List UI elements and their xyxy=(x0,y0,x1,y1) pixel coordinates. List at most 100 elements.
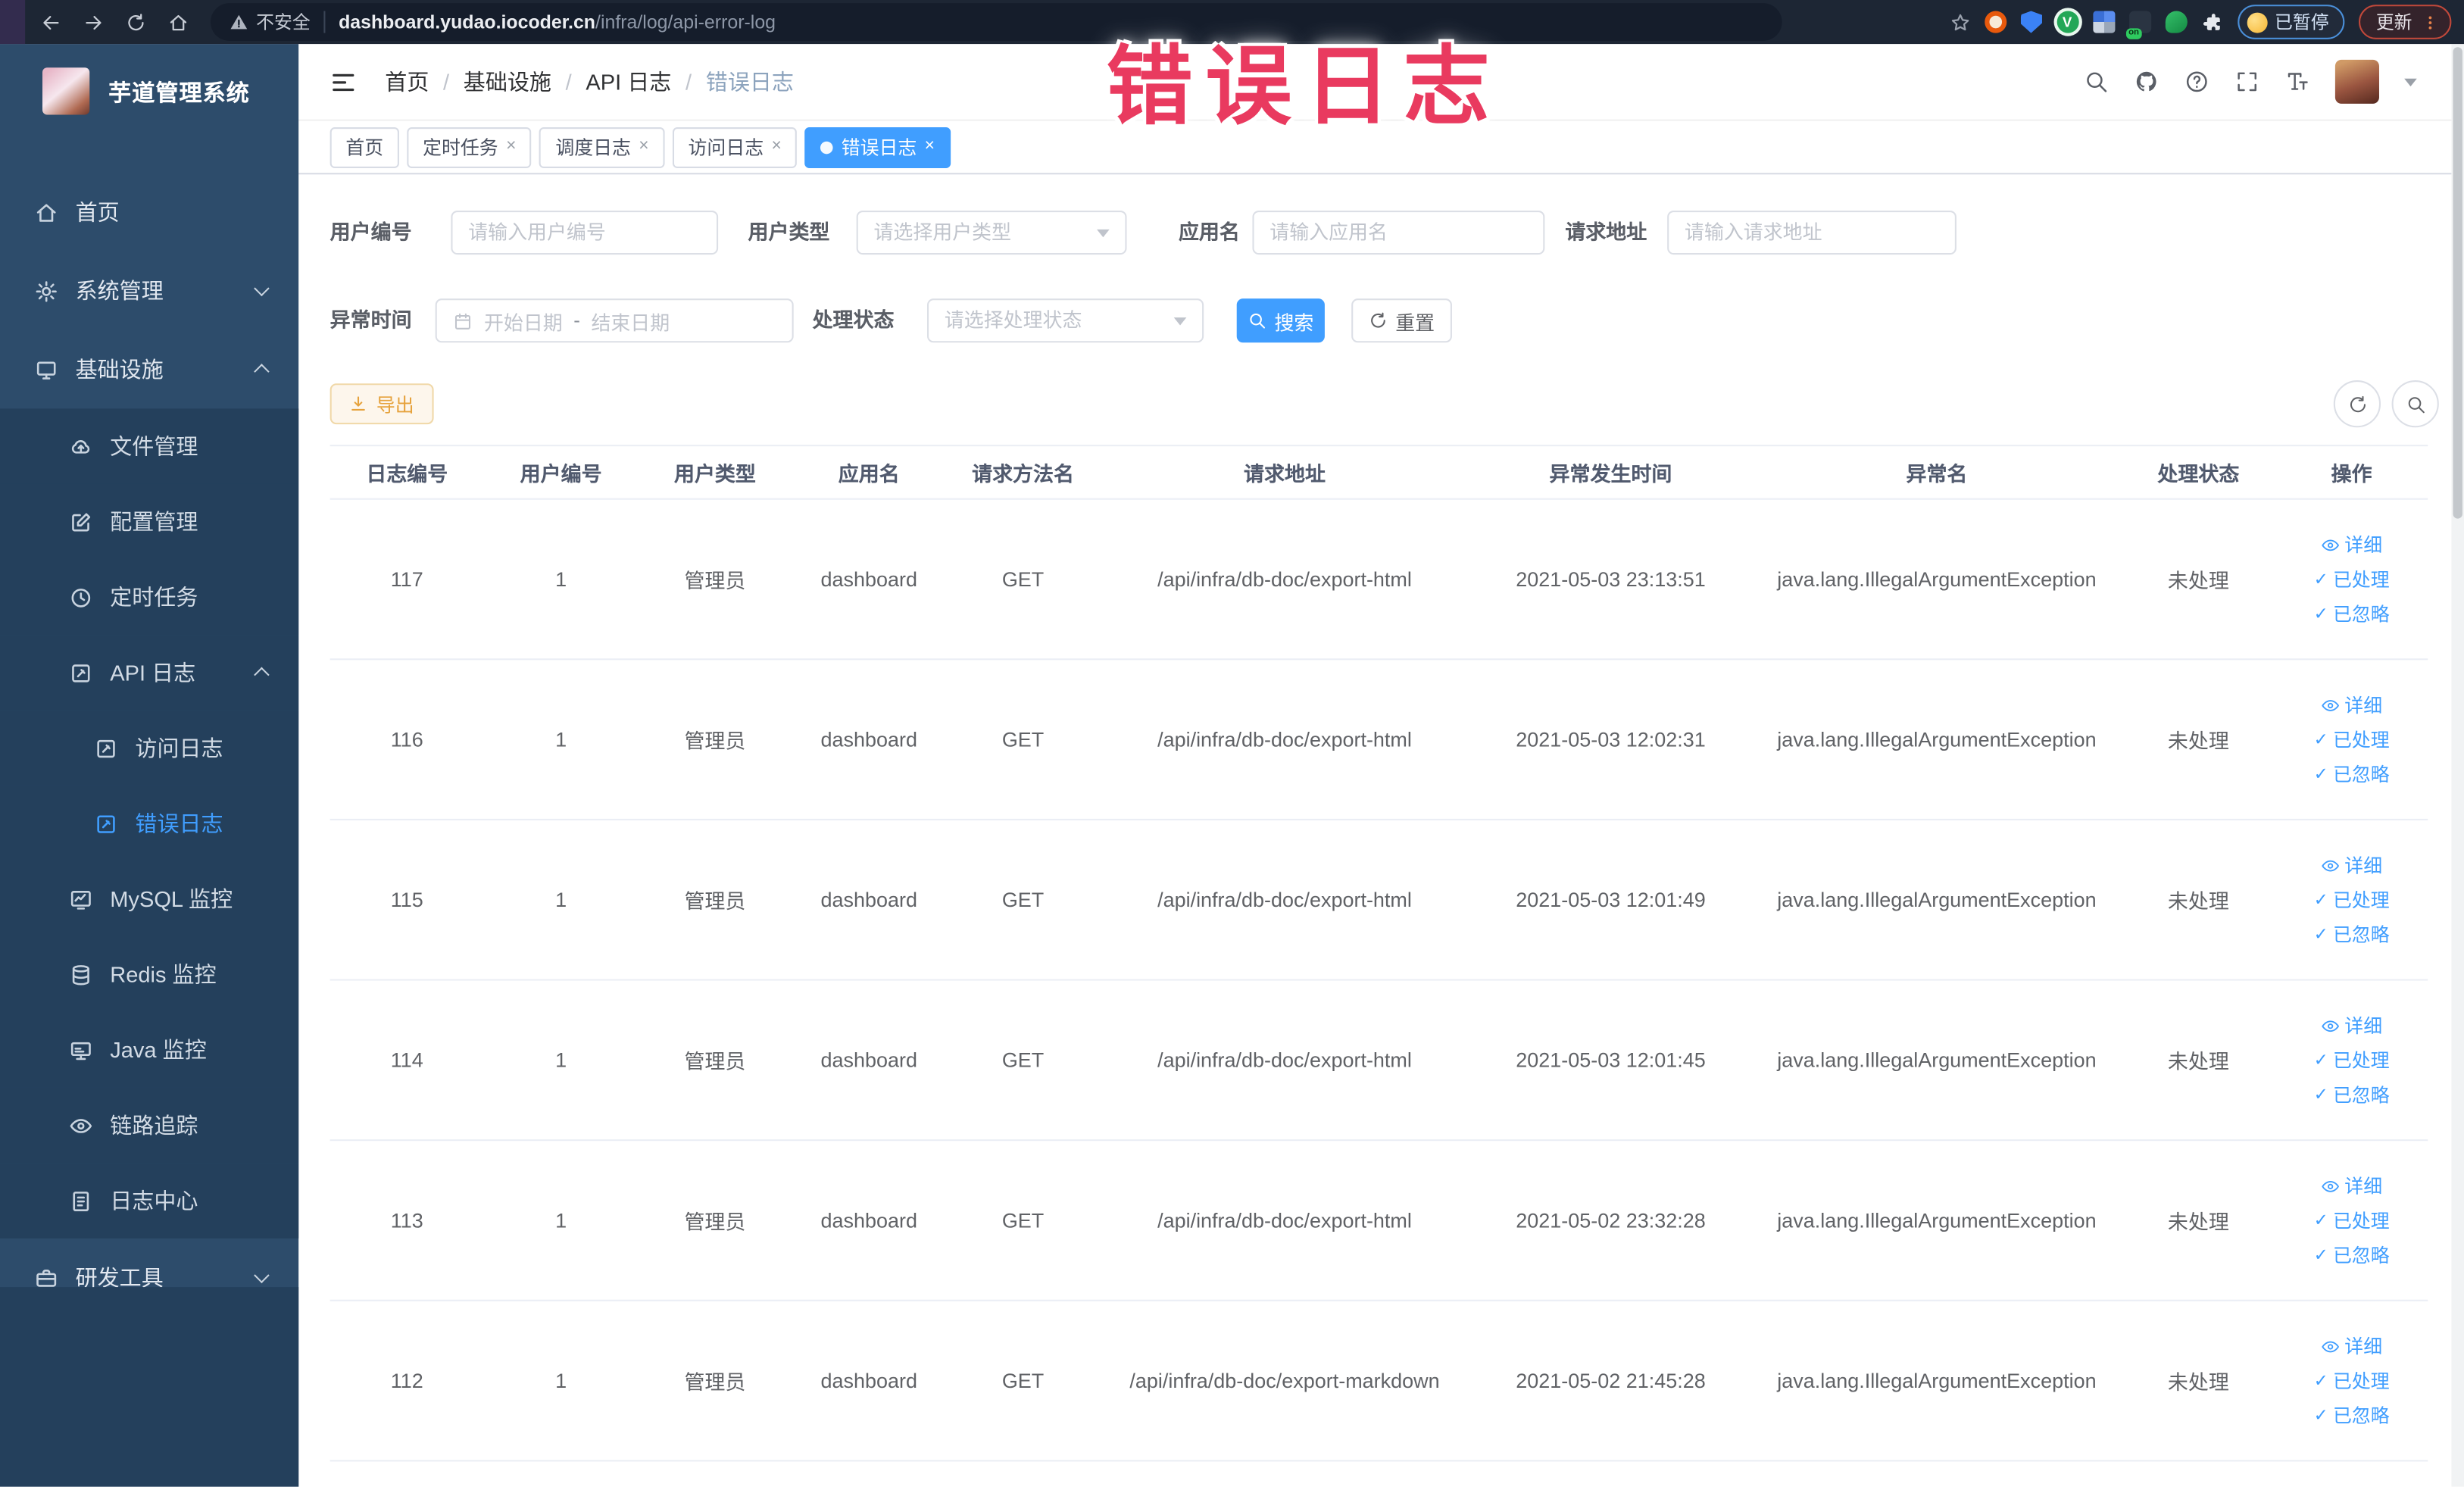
sidebar-item-system[interactable]: 系统管理 xyxy=(0,251,298,330)
cell-app-name: dashboard xyxy=(820,1048,917,1072)
check-icon: ✓ xyxy=(2313,570,2328,589)
tab-scheduled-task[interactable]: 定时任务 × xyxy=(407,127,532,167)
tab-access-log[interactable]: 访问日志 × xyxy=(672,127,798,167)
not-secure-icon xyxy=(230,13,248,32)
detail-link[interactable]: 详细 xyxy=(2321,531,2382,558)
browser-forward-icon[interactable] xyxy=(83,12,104,33)
processed-link[interactable]: ✓ 已处理 xyxy=(2314,1367,2390,1394)
export-button[interactable]: 导出 xyxy=(329,383,434,425)
reset-button[interactable]: 重置 xyxy=(1351,298,1452,343)
paused-badge[interactable]: 已暂停 xyxy=(2237,5,2345,39)
user-avatar[interactable] xyxy=(2334,59,2379,104)
sidebar-item-infra[interactable]: 基础设施 xyxy=(0,330,298,409)
user-type-select[interactable] xyxy=(856,210,1127,255)
chart-icon xyxy=(69,887,92,911)
fullscreen-icon[interactable] xyxy=(2234,69,2259,94)
cell-method: GET xyxy=(1001,888,1045,912)
chevron-down-icon xyxy=(254,280,270,297)
processed-link[interactable]: ✓ 已处理 xyxy=(2314,1047,2390,1073)
browser-update-button[interactable]: 更新 xyxy=(2359,5,2452,39)
sidebar-item-redis-monitor[interactable]: Redis 监控 xyxy=(0,936,299,1013)
bookmark-star-icon[interactable] xyxy=(1950,12,1970,33)
clock-icon xyxy=(69,586,92,609)
sidebar-item-scheduled-task[interactable]: 定时任务 xyxy=(0,559,299,636)
processed-link[interactable]: ✓ 已处理 xyxy=(2314,566,2390,592)
close-icon[interactable]: × xyxy=(925,138,935,156)
tab-error-log[interactable]: 错误日志 × xyxy=(804,127,951,167)
close-icon[interactable]: × xyxy=(772,138,782,156)
ignored-link[interactable]: ✓ 已忽略 xyxy=(2314,1242,2390,1268)
processed-link[interactable]: ✓ 已处理 xyxy=(2314,1207,2390,1233)
sidebar-item-home[interactable]: 首页 xyxy=(0,173,298,251)
sidebar-item-config-manage[interactable]: 配置管理 xyxy=(0,483,299,560)
breadcrumb-home[interactable]: 首页 xyxy=(385,66,429,97)
close-icon[interactable]: × xyxy=(506,138,516,156)
extension-icon-5[interactable]: on xyxy=(2125,11,2151,39)
cell-status: 未处理 xyxy=(2167,729,2229,753)
ignored-link[interactable]: ✓ 已忽略 xyxy=(2314,1402,2390,1429)
browser-reload-icon[interactable] xyxy=(126,12,146,33)
cell-exception-time: 2021-05-03 12:02:31 xyxy=(1516,727,1706,751)
extensions-puzzle-icon[interactable] xyxy=(2201,11,2223,33)
detail-link[interactable]: 详细 xyxy=(2321,692,2382,718)
browser-back-icon[interactable] xyxy=(41,12,61,33)
detail-link[interactable]: 详细 xyxy=(2321,1173,2382,1199)
request-url-input[interactable] xyxy=(1667,210,1957,255)
extension-icon-6[interactable] xyxy=(2164,11,2187,33)
process-status-select[interactable] xyxy=(927,298,1204,343)
table-zoom-button[interactable] xyxy=(2391,380,2439,428)
extension-icon-4[interactable] xyxy=(2092,11,2115,33)
extension-icon-2[interactable] xyxy=(2019,11,2042,33)
cell-exception-time: 2021-05-03 23:13:51 xyxy=(1516,567,1706,592)
browser-home-icon[interactable] xyxy=(168,12,189,33)
check-icon: ✓ xyxy=(2313,1372,2328,1392)
extension-icon-1[interactable] xyxy=(1984,11,2006,33)
app-logo-row[interactable]: 芋道管理系统 xyxy=(0,44,298,138)
col-exception-time: 异常发生时间 xyxy=(1549,461,1672,486)
search-button[interactable]: 搜索 xyxy=(1236,298,1325,343)
sidebar-item-access-log[interactable]: 访问日志 xyxy=(0,710,299,786)
scrollbar-thumb[interactable] xyxy=(2453,47,2462,519)
ignored-link[interactable]: ✓ 已忽略 xyxy=(2314,601,2390,627)
detail-link[interactable]: 详细 xyxy=(2321,851,2382,878)
app-name-input[interactable] xyxy=(1252,210,1545,255)
refresh-table-button[interactable] xyxy=(2333,380,2381,428)
detail-link[interactable]: 详细 xyxy=(2321,1012,2382,1039)
processed-link[interactable]: ✓ 已处理 xyxy=(2314,726,2390,752)
sidebar-item-trace[interactable]: 链路追踪 xyxy=(0,1087,299,1164)
emoji-icon xyxy=(2246,11,2267,33)
sidebar-collapse-icon[interactable] xyxy=(330,68,357,95)
tab-home[interactable]: 首页 xyxy=(329,127,399,167)
table-row: 112 1 管理员 dashboard GET /api/infra/db-do… xyxy=(329,1301,2428,1462)
ignored-link[interactable]: ✓ 已忽略 xyxy=(2314,921,2390,948)
search-icon[interactable] xyxy=(2084,69,2109,94)
address-bar[interactable]: 不安全 dashboard.yudao.iocoder.cn /infra/lo… xyxy=(210,3,1782,41)
breadcrumb-api-log[interactable]: API 日志 xyxy=(586,66,671,97)
breadcrumb-infra[interactable]: 基础设施 xyxy=(464,66,551,97)
github-icon[interactable] xyxy=(2134,69,2159,94)
sidebar-item-java-monitor[interactable]: Java 监控 xyxy=(0,1012,299,1088)
page-scrollbar[interactable] xyxy=(2451,44,2464,1487)
extension-icon-3[interactable]: V xyxy=(2056,11,2078,33)
sidebar-item-api-log[interactable]: API 日志 xyxy=(0,635,299,711)
close-icon[interactable]: × xyxy=(639,138,648,156)
sidebar-item-log-center[interactable]: 日志中心 xyxy=(0,1163,299,1239)
date-range-picker[interactable]: 开始日期 - 结束日期 xyxy=(435,298,794,343)
help-icon[interactable] xyxy=(2184,69,2209,94)
user-id-input[interactable] xyxy=(451,210,719,255)
tab-schedule-log[interactable]: 调度日志 × xyxy=(539,127,665,167)
table-header-row: 日志编号 用户编号 用户类型 应用名 请求方法名 请求地址 异常发生时间 异常名… xyxy=(329,446,2428,500)
monitor-icon xyxy=(69,1038,92,1061)
detail-link[interactable]: 详细 xyxy=(2321,1332,2382,1359)
table-row: 114 1 管理员 dashboard GET /api/infra/db-do… xyxy=(329,981,2428,1142)
sidebar-item-error-log[interactable]: 错误日志 xyxy=(0,786,299,861)
font-size-icon[interactable] xyxy=(2284,69,2309,94)
user-menu-caret-icon[interactable] xyxy=(2404,77,2417,86)
cell-request-url: /api/infra/db-doc/export-html xyxy=(1157,888,1412,912)
ignored-link[interactable]: ✓ 已忽略 xyxy=(2314,1081,2390,1107)
processed-link[interactable]: ✓ 已处理 xyxy=(2314,886,2390,913)
sidebar-item-file-manage[interactable]: 文件管理 xyxy=(0,408,299,484)
browser-menu-icon[interactable] xyxy=(2422,14,2439,31)
ignored-link[interactable]: ✓ 已忽略 xyxy=(2314,761,2390,787)
sidebar-item-mysql-monitor[interactable]: MySQL 监控 xyxy=(0,861,299,937)
